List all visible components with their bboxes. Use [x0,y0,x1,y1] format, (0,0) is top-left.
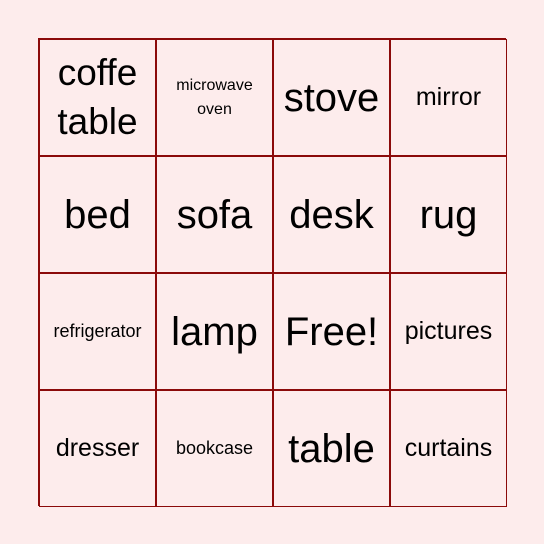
bingo-cell[interactable]: microwave oven [156,39,273,156]
bingo-board: coffe table microwave oven stove mirror bed s… [38,38,507,507]
bingo-cell[interactable]: dresser [39,390,156,507]
bingo-cell[interactable]: curtains [390,390,507,507]
bingo-cell[interactable]: refrigerator [39,273,156,390]
bingo-cell[interactable]: bed [39,156,156,273]
bingo-cell[interactable]: bookcase [156,390,273,507]
bingo-cell-label: microwave oven [176,76,253,118]
bingo-cell-label: desk [289,192,374,237]
bingo-cell-label: mirror [415,83,482,112]
bingo-cell[interactable]: mirror [390,39,507,156]
bingo-cell[interactable]: lamp [156,273,273,390]
bingo-cell-label: refrigerator [53,321,142,342]
bingo-cell-label: curtains [404,434,493,463]
bingo-cell[interactable]: table [273,390,390,507]
bingo-cell-label: Free! [284,309,379,354]
bingo-cell[interactable]: sofa [156,156,273,273]
bingo-cell[interactable]: pictures [390,273,507,390]
bingo-cell-label: rug [419,192,478,237]
bingo-cell-label: bed [64,192,131,237]
bingo-cell[interactable]: stove [273,39,390,156]
bingo-cell-label: sofa [176,192,253,237]
bingo-cell[interactable]: coffe table [39,39,156,156]
bingo-cell[interactable]: rug [390,156,507,273]
bingo-cell-label: stove [283,75,380,120]
bingo-cell-label: dresser [55,434,140,463]
bingo-cell-label: coffe table [57,52,138,142]
bingo-cell-label: table [288,426,375,471]
bingo-cell-label: bookcase [175,438,254,459]
bingo-cell[interactable]: desk [273,156,390,273]
bingo-cell-label: lamp [171,309,258,354]
bingo-cell[interactable]: Free! [273,273,390,390]
bingo-cell-label: pictures [404,317,493,346]
